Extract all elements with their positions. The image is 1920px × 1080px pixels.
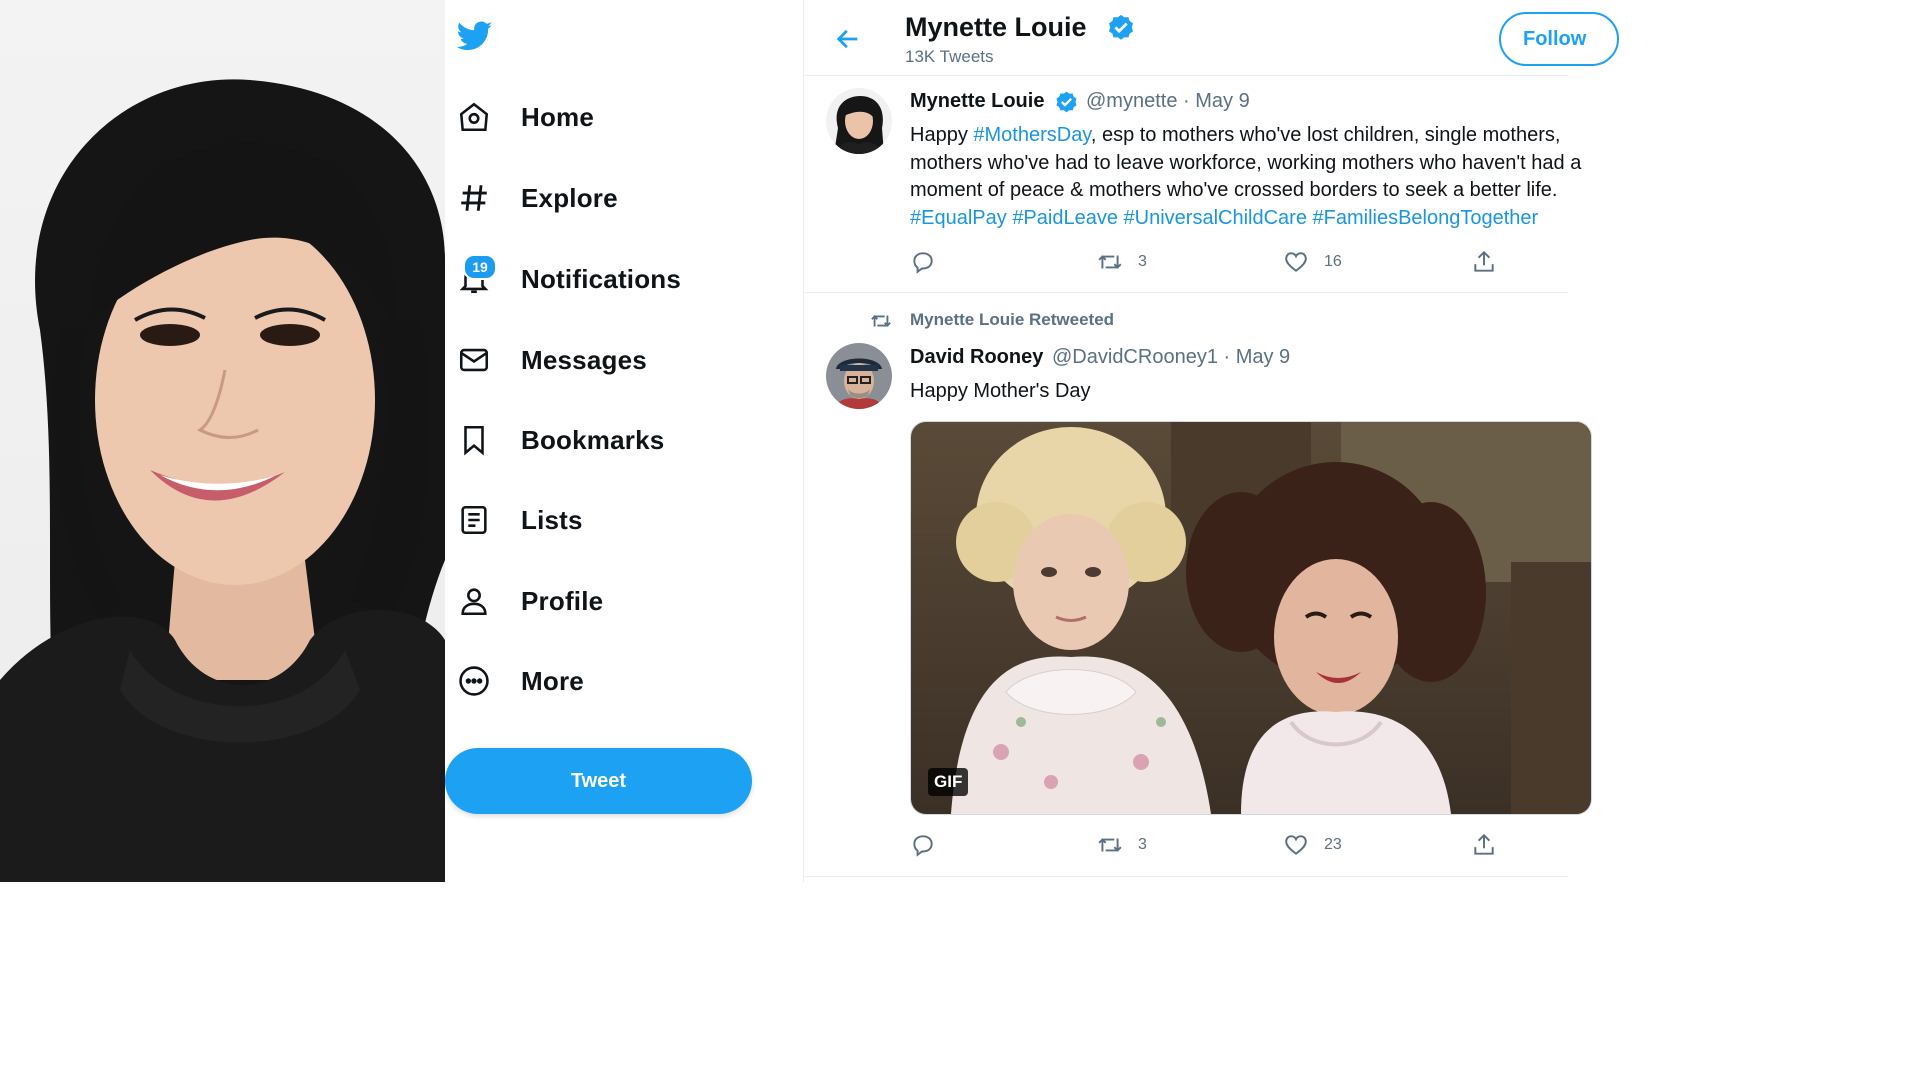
share-icon: [1474, 250, 1494, 272]
tweet-handle-date: @mynette · May 9: [1086, 90, 1250, 112]
retweet-button[interactable]: 3: [1096, 249, 1147, 275]
list-icon: [455, 501, 493, 539]
share-icon: [1474, 833, 1494, 855]
like-button[interactable]: 23: [1282, 832, 1342, 858]
sidebar-item-label: Notifications: [521, 263, 682, 294]
retweet-count: 3: [1138, 836, 1147, 853]
sidebar-item-label: Messages: [521, 344, 647, 375]
like-count: 16: [1324, 253, 1342, 270]
tweet-author-name[interactable]: Mynette Louie: [910, 90, 1044, 113]
sidebar-item-bookmarks[interactable]: Bookmarks: [455, 412, 664, 468]
sidebar-item-label: More: [521, 665, 584, 696]
verified-badge-icon: [1109, 14, 1133, 40]
tweet-button[interactable]: Tweet: [445, 748, 752, 814]
home-icon: [455, 98, 493, 136]
bell-icon: 19: [455, 254, 497, 298]
sidebar-item-label: Profile: [521, 585, 604, 616]
column-divider: [803, 0, 804, 882]
heart-icon: [1285, 252, 1307, 272]
avatar[interactable]: [826, 343, 892, 409]
hashtag-link[interactable]: #EqualPay: [910, 207, 1007, 229]
tweet-text: , esp to mothers who've lost children, s…: [1090, 124, 1561, 146]
hashtag-link[interactable]: #UniversalChildCare: [1124, 207, 1307, 229]
heart-icon: [1285, 835, 1307, 855]
tweet-text: Happy: [910, 124, 974, 146]
tweet-author-name[interactable]: David Rooney: [910, 346, 1043, 369]
tweet-text: Happy Mother's Day: [910, 380, 1091, 402]
tweet-hashtags-line: #EqualPay #PaidLeave #UniversalChildCare…: [910, 205, 1538, 233]
reply-button[interactable]: [910, 249, 936, 275]
gif-badge: GIF: [928, 768, 969, 796]
tweet-divider: [804, 292, 1568, 293]
tweet-divider: [804, 876, 1568, 877]
tweet-text-line: mothers who've had to leave workforce, w…: [910, 152, 1582, 174]
sidebar-item-messages[interactable]: Messages: [455, 332, 647, 388]
sidebar-item-label: Home: [521, 101, 595, 132]
tweet-gif-media[interactable]: [910, 421, 1592, 815]
hashtag-link[interactable]: #MothersDay: [973, 124, 1090, 146]
like-count: 23: [1324, 836, 1342, 853]
tweet-date[interactable]: May 9: [1236, 346, 1290, 368]
tweet-handle-date: @DavidCRooney1 · May 9: [1052, 346, 1291, 368]
reply-button[interactable]: [910, 832, 936, 858]
tweet-text-line: Happy #MothersDay, esp to mothers who've…: [910, 122, 1560, 150]
tweet-count: 13K Tweets: [905, 47, 994, 66]
hashtag-link[interactable]: #PaidLeave: [1012, 207, 1118, 229]
tweet-text-line: moment of peace & mothers who've crossed…: [910, 179, 1558, 201]
verified-badge-icon: [1056, 91, 1077, 113]
sidebar-item-explore[interactable]: Explore: [455, 170, 618, 226]
retweet-icon: [1098, 255, 1122, 269]
retweet-icon: [871, 315, 891, 327]
page-title: Mynette Louie: [905, 12, 1087, 42]
share-button[interactable]: [1470, 249, 1498, 275]
retweeted-by-label[interactable]: Mynette Louie Retweeted: [910, 310, 1114, 330]
sidebar-item-label: Explore: [521, 182, 618, 213]
retweet-count: 3: [1138, 253, 1147, 270]
back-arrow-icon[interactable]: [834, 25, 862, 53]
more-icon: [455, 662, 493, 700]
tweet-handle[interactable]: @DavidCRooney1: [1052, 346, 1218, 368]
reply-icon: [913, 835, 933, 857]
sidebar-item-home[interactable]: Home: [455, 89, 594, 145]
tweet-date[interactable]: May 9: [1195, 90, 1249, 112]
sidebar-item-lists[interactable]: Lists: [455, 492, 583, 548]
profile-portrait-photo: [0, 0, 445, 882]
envelope-icon: [455, 341, 493, 379]
hashtag-icon: [455, 179, 493, 217]
retweet-icon: [1098, 838, 1122, 852]
share-button[interactable]: [1470, 832, 1498, 858]
notification-count-badge: 19: [463, 254, 497, 280]
reply-icon: [913, 252, 933, 274]
retweet-button[interactable]: 3: [1096, 832, 1147, 858]
sidebar-item-profile[interactable]: Profile: [455, 573, 603, 629]
sidebar-item-label: Lists: [521, 504, 583, 535]
hashtag-link[interactable]: #FamiliesBelongTogether: [1313, 207, 1539, 229]
tweet-handle[interactable]: @mynette: [1086, 90, 1177, 112]
sidebar-item-label: Bookmarks: [521, 424, 665, 455]
sidebar-item-notifications[interactable]: 19 Notifications: [455, 251, 681, 307]
bookmark-icon: [455, 421, 493, 459]
follow-button[interactable]: Follow: [1499, 12, 1619, 66]
avatar[interactable]: [826, 88, 892, 154]
like-button[interactable]: 16: [1282, 249, 1342, 275]
sidebar-item-more[interactable]: More: [455, 653, 584, 709]
twitter-logo-icon[interactable]: [455, 18, 495, 54]
person-icon: [455, 582, 493, 620]
